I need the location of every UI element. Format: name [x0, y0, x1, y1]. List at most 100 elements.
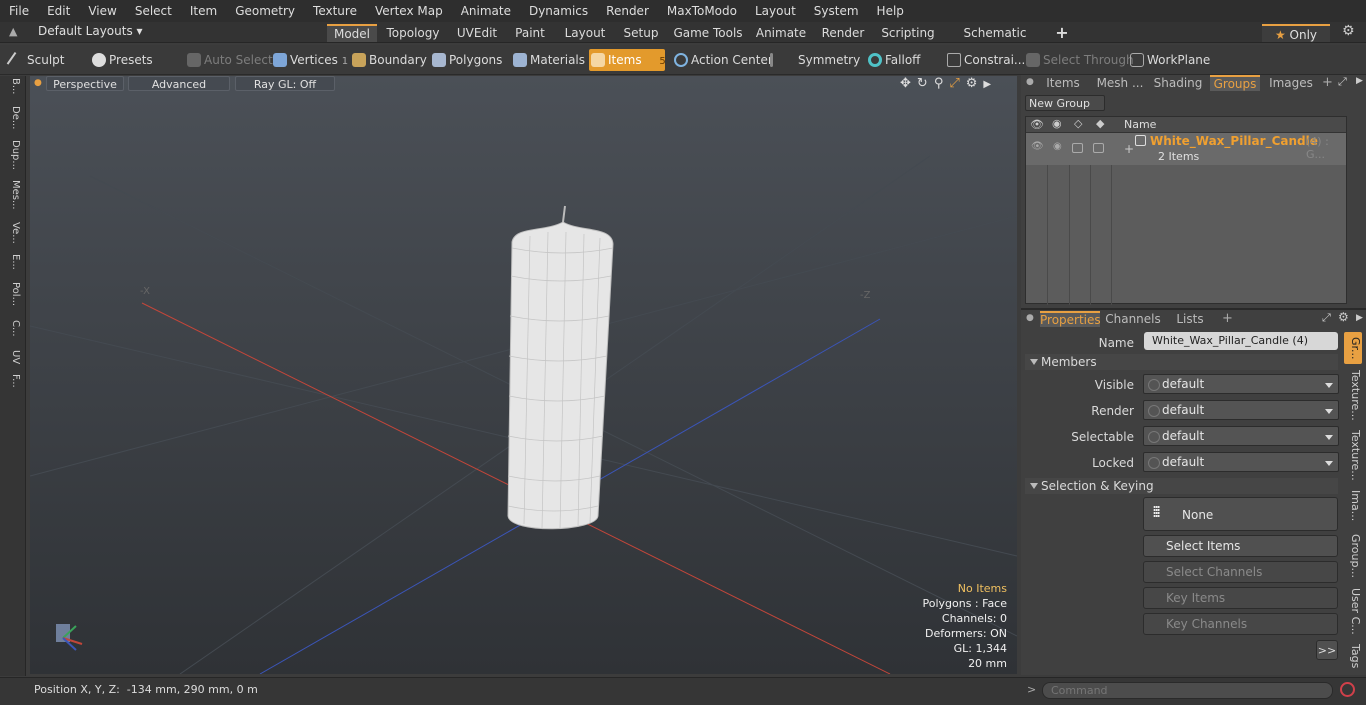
row-visibility-icon[interactable]: 👁 [1031, 141, 1044, 152]
candle-mesh[interactable] [507, 205, 614, 530]
menu-maxtomodo[interactable]: MaxToModo [658, 0, 746, 22]
tab-scripting[interactable]: Scripting [878, 24, 938, 42]
menu-geometry[interactable]: Geometry [226, 0, 304, 22]
locked-select[interactable]: default [1143, 452, 1339, 472]
add-tab-button[interactable]: + [1052, 24, 1072, 42]
tab-setup[interactable]: Setup [620, 24, 662, 42]
vertices-button[interactable]: Vertices 1 [271, 49, 348, 71]
row-select-box[interactable] [1072, 143, 1083, 153]
menu-dynamics[interactable]: Dynamics [520, 0, 597, 22]
menu-item[interactable]: Item [181, 0, 226, 22]
left-tab-curve[interactable]: C... [4, 320, 21, 337]
expand-plus-icon[interactable]: + [1124, 142, 1134, 156]
render-column-icon[interactable]: ◉ [1052, 117, 1062, 130]
gear-icon[interactable]: ⚙ [1342, 23, 1355, 39]
tab-shading[interactable]: Shading [1152, 75, 1204, 91]
rotate-view-icon[interactable]: ↻ [917, 76, 934, 91]
select-column-icon[interactable]: ◇ [1074, 117, 1082, 130]
command-input[interactable] [1042, 682, 1333, 699]
expand-panel-icon[interactable]: ⤢ [1338, 75, 1347, 89]
selection-keying-section[interactable]: Selection & Keying [1025, 478, 1338, 494]
tab-lists[interactable]: Lists [1166, 311, 1214, 327]
left-tab-polygon[interactable]: Pol... [4, 282, 21, 306]
polygons-button[interactable]: Polygons [430, 49, 506, 71]
menu-texture[interactable]: Texture [304, 0, 366, 22]
sculpt-button[interactable]: Sculpt [6, 49, 86, 71]
vtab-group-2[interactable]: Group... [1344, 534, 1362, 578]
select-through-button[interactable]: Select Through [1024, 49, 1134, 71]
lock-column-icon[interactable]: ◆ [1096, 117, 1104, 130]
workplane-button[interactable]: WorkPlane [1128, 49, 1212, 71]
tab-game-tools[interactable]: Game Tools [672, 24, 744, 42]
constraints-button[interactable]: Constrai... [945, 49, 1025, 71]
vtab-user-channels[interactable]: User C... [1344, 588, 1362, 635]
left-tab-mesh-edit[interactable]: Mes... [4, 180, 21, 210]
add-right-tab-button[interactable]: + [1322, 75, 1333, 90]
tab-schematic-fusion[interactable]: Schematic Fusion [948, 24, 1042, 58]
row-lock-box[interactable] [1093, 143, 1104, 153]
tab-uvedit[interactable]: UVEdit [452, 24, 502, 42]
items-button[interactable]: Items 5 [589, 49, 666, 71]
raygl-button[interactable]: Ray GL: Off [235, 76, 335, 91]
vtab-group[interactable]: Gr... [1344, 332, 1362, 364]
vtab-texture-2[interactable]: Texture... [1344, 430, 1362, 481]
properties-more-icon[interactable]: ▶ [1356, 313, 1363, 323]
maximize-view-icon[interactable]: ⤢ [949, 76, 965, 91]
tab-topology[interactable]: Topology [384, 24, 442, 42]
menu-view[interactable]: View [79, 0, 125, 22]
tab-images[interactable]: Images [1266, 75, 1316, 91]
left-tab-duplicate[interactable]: Dup... [4, 140, 21, 170]
tab-animate[interactable]: Animate [754, 24, 808, 42]
boundary-button[interactable]: Boundary [350, 49, 427, 71]
menu-system[interactable]: System [805, 0, 868, 22]
tab-groups[interactable]: Groups [1210, 75, 1260, 91]
menu-layout[interactable]: Layout [746, 0, 805, 22]
left-tab-basic[interactable]: B... [4, 78, 21, 94]
tab-mesh[interactable]: Mesh ... [1092, 75, 1148, 91]
new-group-button[interactable]: New Group [1025, 95, 1105, 111]
menu-vertex-map[interactable]: Vertex Map [366, 0, 452, 22]
properties-gear-icon[interactable]: ⚙ [1338, 310, 1349, 324]
visible-select[interactable]: default [1143, 374, 1339, 394]
add-property-tab-button[interactable]: + [1222, 311, 1233, 326]
key-channels-button[interactable]: Key Channels [1143, 613, 1338, 635]
vtab-texture-1[interactable]: Texture... [1344, 370, 1362, 421]
group-row[interactable]: 👁 ◉ + White_Wax_Pillar_Candle (4) : G...… [1026, 133, 1346, 165]
tab-layout[interactable]: Layout [560, 24, 610, 42]
falloff-button[interactable]: Falloff [866, 49, 940, 71]
materials-button[interactable]: Materials [511, 49, 587, 71]
panel-more-icon[interactable]: ▶ [1356, 76, 1363, 86]
none-button[interactable]: ⁞⁞⁞ None [1143, 497, 1338, 531]
viewport-menu-icon[interactable]: ● [34, 78, 42, 88]
left-tab-edge[interactable]: E... [4, 254, 21, 270]
name-input[interactable]: White_Wax_Pillar_Candle (4) [1144, 332, 1338, 350]
presets-button[interactable]: Presets [90, 49, 175, 71]
row-render-icon[interactable]: ◉ [1053, 141, 1062, 152]
layout-up-icon[interactable]: ▲ [9, 25, 17, 38]
left-tab-uv[interactable]: UV [4, 350, 21, 364]
tab-channels[interactable]: Channels [1104, 311, 1162, 327]
auto-select-button[interactable]: Auto Select [185, 49, 273, 71]
properties-menu-icon[interactable]: ● [1026, 313, 1034, 323]
tab-render[interactable]: Render [818, 24, 868, 42]
3d-viewport[interactable]: -X -Z No Items Polygons: Face Channels:… [30, 76, 1017, 674]
expand-properties-icon[interactable]: ⤢ [1322, 311, 1331, 325]
default-layouts-dropdown[interactable]: Default Layouts ▾ [38, 24, 143, 38]
selectable-select[interactable]: default [1143, 426, 1339, 446]
select-channels-button[interactable]: Select Channels [1143, 561, 1338, 583]
advanced-button[interactable]: Advanced [128, 76, 230, 91]
tab-paint[interactable]: Paint [510, 24, 550, 42]
move-view-icon[interactable]: ✥ [900, 76, 917, 91]
select-items-button[interactable]: Select Items [1143, 535, 1338, 557]
menu-render[interactable]: Render [597, 0, 658, 22]
panel-splitter[interactable] [1021, 308, 1366, 310]
menu-edit[interactable]: Edit [38, 0, 79, 22]
symmetry-button[interactable]: Symmetry [768, 49, 860, 71]
left-tab-deform[interactable]: De... [4, 106, 21, 129]
members-section[interactable]: Members [1025, 354, 1338, 370]
more-button[interactable]: >> [1316, 640, 1338, 660]
menu-help[interactable]: Help [868, 0, 913, 22]
tab-items[interactable]: Items [1040, 75, 1086, 91]
view-settings-icon[interactable]: ⚙ [966, 76, 984, 91]
vtab-images[interactable]: Ima... [1344, 490, 1362, 521]
